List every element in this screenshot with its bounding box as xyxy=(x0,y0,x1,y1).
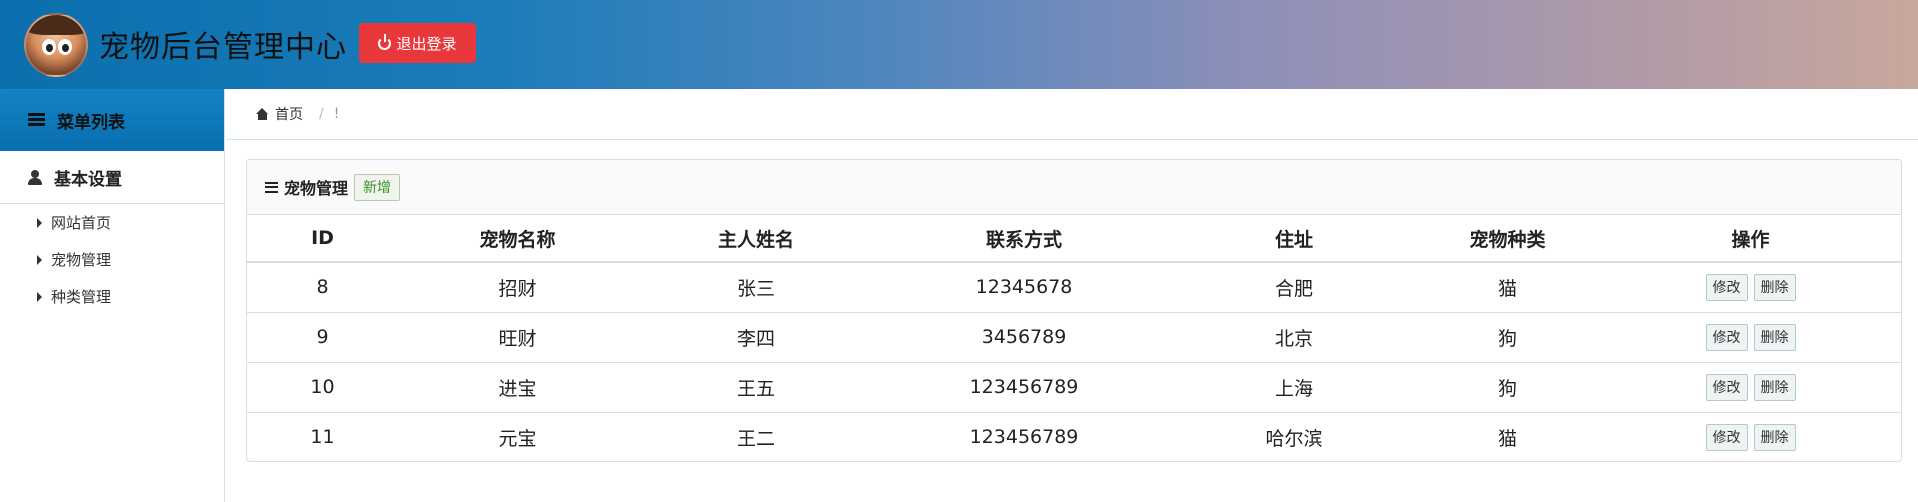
caret-right-icon xyxy=(37,217,42,228)
breadcrumb-separator: / xyxy=(319,106,324,122)
table-row: 10 进宝 王五 123456789 上海 狗 修改 删除 xyxy=(247,361,1901,412)
menu-list-title: 菜单列表 xyxy=(57,112,125,133)
sidebar-item-label: 网站首页 xyxy=(51,214,112,232)
cell-owner: 王二 xyxy=(637,411,875,461)
pet-table: ID 宠物名称 主人姓名 联系方式 住址 宠物种类 操作 8 招财 张三 123… xyxy=(247,215,1901,461)
sidebar: 菜单列表 基本设置 网站首页 宠物管理 种类管理 xyxy=(0,89,225,502)
edit-button[interactable]: 修改 xyxy=(1705,323,1748,351)
cell-pet-type: 狗 xyxy=(1415,361,1600,412)
sidebar-item-pet-management[interactable]: 宠物管理 xyxy=(0,241,224,278)
home-icon xyxy=(256,108,269,120)
edit-button[interactable]: 修改 xyxy=(1705,273,1748,301)
cell-address: 合肥 xyxy=(1274,277,1313,300)
table-row: 9 旺财 李四 3456789 北京 狗 修改 删除 xyxy=(247,311,1901,362)
cell-contact: 123456789 xyxy=(875,411,1173,461)
cell-owner: 王五 xyxy=(637,361,875,412)
cell-actions: 修改 删除 xyxy=(1600,411,1901,461)
table-row: 8 招财 张三 12345678 合肥 猫 修改 删除 xyxy=(247,262,1901,312)
site-title: 宠物后台管理中心 xyxy=(99,30,347,65)
cell-owner: 李四 xyxy=(637,311,875,362)
cell-contact: 12345678 xyxy=(975,276,1073,299)
delete-button[interactable]: 删除 xyxy=(1753,423,1796,451)
sidebar-group-label: 基本设置 xyxy=(54,169,122,190)
cell-pet-name: 旺财 xyxy=(398,311,637,362)
edit-button[interactable]: 修改 xyxy=(1705,373,1748,401)
cell-pet-name: 元宝 xyxy=(398,411,637,461)
panel-header: 宠物管理 新增 xyxy=(247,160,1901,215)
breadcrumb: 首页 / ! xyxy=(226,89,1918,140)
column-header-contact: 联系方式 xyxy=(875,215,1173,263)
sidebar-item-type-management[interactable]: 种类管理 xyxy=(0,278,224,315)
pet-management-panel: 宠物管理 新增 ID 宠物名称 主人姓名 联系方式 住址 宠物种类 操作 8 招… xyxy=(246,159,1902,462)
column-header-actions: 操作 xyxy=(1600,215,1901,263)
cell-address: 北京 xyxy=(1173,311,1415,362)
sidebar-group-basic-settings[interactable]: 基本设置 xyxy=(0,151,224,204)
cell-address: 上海 xyxy=(1173,361,1415,412)
logout-label: 退出登录 xyxy=(396,34,457,53)
edit-button[interactable]: 修改 xyxy=(1705,423,1748,451)
cell-contact: 123456789 xyxy=(875,361,1173,412)
delete-button[interactable]: 删除 xyxy=(1753,273,1796,301)
top-header: 宠物后台管理中心 退出登录 xyxy=(0,0,1918,89)
delete-button[interactable]: 删除 xyxy=(1753,373,1796,401)
cell-pet-type: 狗 xyxy=(1415,311,1600,362)
cell-id: 9 xyxy=(247,311,398,362)
cell-actions: 修改 删除 xyxy=(1600,262,1901,312)
cell-id: 11 xyxy=(247,411,398,461)
caret-right-icon xyxy=(37,291,42,302)
breadcrumb-current: ! xyxy=(333,106,340,122)
breadcrumb-home[interactable]: 首页 xyxy=(275,104,303,124)
cell-actions: 修改 删除 xyxy=(1600,311,1901,362)
cell-pet-type: 猫 xyxy=(1497,277,1517,300)
column-header-address: 住址 xyxy=(1173,215,1415,263)
list-icon xyxy=(28,113,45,127)
avatar xyxy=(24,13,88,77)
table-header-row: ID 宠物名称 主人姓名 联系方式 住址 宠物种类 操作 xyxy=(247,215,1901,263)
sidebar-item-home[interactable]: 网站首页 xyxy=(0,204,224,241)
cell-pet-name: 进宝 xyxy=(398,361,637,412)
panel-title: 宠物管理 xyxy=(284,179,349,198)
menu-list-header: 菜单列表 xyxy=(0,89,224,151)
table-row: 11 元宝 王二 123456789 哈尔滨 猫 修改 删除 xyxy=(247,411,1901,461)
cell-pet-type: 猫 xyxy=(1415,411,1600,461)
sidebar-item-label: 宠物管理 xyxy=(51,251,112,269)
cell-contact: 3456789 xyxy=(875,311,1173,362)
user-icon xyxy=(28,169,42,185)
cell-owner: 张三 xyxy=(736,277,775,300)
cell-id: 10 xyxy=(247,361,398,412)
power-icon xyxy=(378,33,392,50)
column-header-pet-name: 宠物名称 xyxy=(398,215,637,263)
delete-button[interactable]: 删除 xyxy=(1753,323,1796,351)
add-button[interactable]: 新增 xyxy=(354,173,401,201)
cell-actions: 修改 删除 xyxy=(1600,361,1901,412)
column-header-owner: 主人姓名 xyxy=(637,215,875,263)
cell-id: 8 xyxy=(316,276,329,299)
cell-pet-name: 招财 xyxy=(498,277,537,300)
caret-right-icon xyxy=(37,254,42,265)
cell-address: 哈尔滨 xyxy=(1173,411,1415,461)
logout-button[interactable]: 退出登录 xyxy=(359,23,476,63)
sidebar-item-label: 种类管理 xyxy=(51,288,112,306)
column-header-pet-type: 宠物种类 xyxy=(1415,215,1600,263)
column-header-id: ID xyxy=(247,215,398,263)
bars-icon xyxy=(265,181,278,193)
